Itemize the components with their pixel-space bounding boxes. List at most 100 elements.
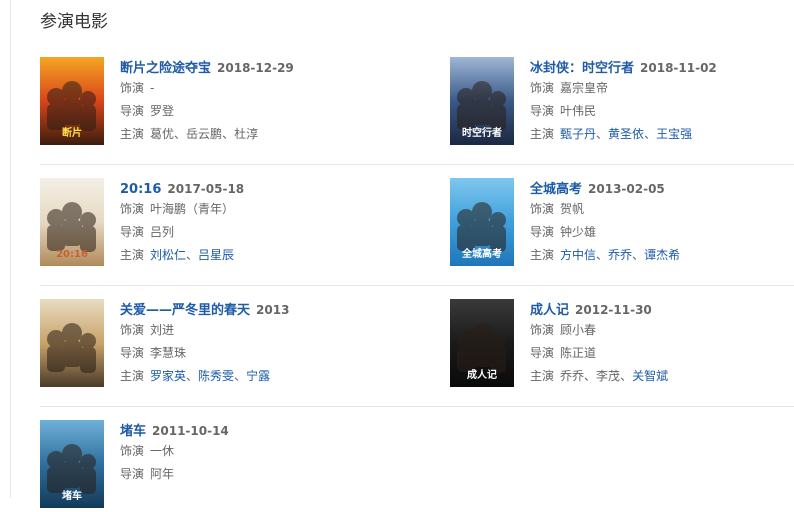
movie-poster[interactable]: 堵车 [40,420,104,508]
movie-title-line: 断片之险途夺宝 2018-12-29 [120,57,380,77]
starring-line: 主演 甄子丹、黄圣依、王宝强 [530,123,790,146]
movie-info: 断片之险途夺宝 2018-12-29 饰演 - 导演 罗登 主演 葛优、岳云鹏、杜淳 [120,57,380,146]
cast-member-link[interactable]: 方中信 [560,248,596,262]
director-line: 导演 陈正道 [530,342,790,365]
director-line: 导演 罗登 [120,100,380,123]
movie-release-date: 2013 [256,303,290,317]
cast-separator: 、 [584,369,597,383]
director-value: 钟少雄 [560,225,597,239]
row-divider [40,285,794,286]
role-value: 嘉宗皇帝 [560,81,609,95]
role-line: 饰演 贺帆 [530,198,790,221]
cast-member-link[interactable]: 刘松仁 [150,248,186,262]
cast-member-link[interactable]: 甄子丹 [560,127,596,141]
movie-info: 全城高考 2013-02-05 饰演 贺帆 导演 钟少雄 主演 方中信、乔乔、谭杰希 [530,178,790,267]
director-value: 陈正道 [560,346,597,360]
cast-member-link[interactable]: 黄圣依 [608,127,644,141]
cast-member-link[interactable]: 谭杰希 [644,248,680,262]
movie-info: 成人记 2012-11-30 饰演 顾小春 导演 陈正道 主演 乔乔、李茂、关智斌 [530,299,790,388]
cast-member: 李茂 [596,369,621,383]
role-line: 饰演 嘉宗皇帝 [530,77,790,100]
director-line: 导演 李慧珠 [120,342,380,365]
starring-line: 主演 葛优、岳云鹏、杜淳 [120,123,380,146]
movie-card: 断片 断片之险途夺宝 2018-12-29 饰演 - 导演 罗登 主演 葛优、岳云鹏、杜淳 [40,57,370,149]
poster-caption: 堵车 [62,491,82,502]
cast-member-link[interactable]: 王宝强 [656,127,692,141]
role-line: 饰演 一休 [120,440,380,463]
starring-line: 主演 罗家英、陈秀雯、宁露 [120,365,380,388]
role-line: 饰演 顾小春 [530,319,790,342]
cast-separator: 、 [620,369,633,383]
cast-member-link[interactable]: 关智斌 [632,369,668,383]
movie-card: 全城高考 全城高考 2013-02-05 饰演 贺帆 导演 钟少雄 主演 方中信、乔乔、谭杰希 [450,178,780,270]
movie-title-line: 成人记 2012-11-30 [530,299,790,319]
starring-label: 主演 [120,248,145,262]
movie-release-date: 2018-12-29 [217,61,294,75]
role-label: 饰演 [120,81,145,95]
director-value: 罗登 [150,104,175,118]
movie-title-link[interactable]: 断片之险途夺宝 [120,61,211,76]
movie-poster[interactable]: 成人记 [450,299,514,387]
movie-title-link[interactable]: 关爱——严冬里的春天 [120,303,250,318]
movie-title-link[interactable]: 成人记 [530,303,569,318]
cast-member-link[interactable]: 吕星辰 [198,248,234,262]
role-line: 饰演 叶海鹏（青年） [120,198,380,221]
movie-title-link[interactable]: 20:16 [120,182,161,197]
movie-title-line: 堵车 2011-10-14 [120,420,380,440]
role-label: 饰演 [530,81,555,95]
director-label: 导演 [120,225,145,239]
movie-title-link[interactable]: 冰封侠：时空行者 [530,61,634,76]
movie-info: 堵车 2011-10-14 饰演 一休 导演 阿年 [120,420,380,486]
movie-poster[interactable]: 20:16 [40,178,104,266]
movie-title-line: 关爱——严冬里的春天 2013 [120,299,380,319]
movie-card: 成人记 成人记 2012-11-30 饰演 顾小春 导演 陈正道 主演 乔乔、李茂、关智斌 [450,299,780,391]
cast-member: 葛优 [150,127,175,141]
movie-release-date: 2012-11-30 [575,303,652,317]
movie-poster[interactable] [40,299,104,387]
cast-separator: 、 [596,127,609,141]
movie-title-line: 20:16 2017-05-18 [120,178,380,198]
movie-release-date: 2013-02-05 [588,182,665,196]
section-title: 参演电影 [40,12,108,32]
movie-title-link[interactable]: 全城高考 [530,182,582,197]
cast-member-link[interactable]: 宁露 [246,369,270,383]
movie-poster[interactable]: 全城高考 [450,178,514,266]
movie-info: 关爱——严冬里的春天 2013 饰演 刘进 导演 李慧珠 主演 罗家英、陈秀雯、宁露 [120,299,380,388]
movie-title-link[interactable]: 堵车 [120,424,146,439]
starring-label: 主演 [530,248,555,262]
role-label: 饰演 [120,323,145,337]
movie-info: 20:16 2017-05-18 饰演 叶海鹏（青年） 导演 吕列 主演 刘松仁、吕星辰 [120,178,380,267]
starring-label: 主演 [530,127,555,141]
role-value: 刘进 [150,323,175,337]
cast-member: 岳云鹏 [186,127,223,141]
movie-release-date: 2018-11-02 [640,61,717,75]
movie-card: 20:16 20:16 2017-05-18 饰演 叶海鹏（青年） 导演 吕列 主演 刘松仁、吕… [40,178,370,270]
cast-member-link[interactable]: 罗家英 [150,369,186,383]
role-value: 叶海鹏（青年） [150,202,235,216]
cast-member: 乔乔 [560,369,585,383]
cast-separator: 、 [186,369,199,383]
movie-card: 关爱——严冬里的春天 2013 饰演 刘进 导演 李慧珠 主演 罗家英、陈秀雯、宁露 [40,299,370,391]
cast-separator: 、 [632,248,645,262]
movie-poster[interactable]: 时空行者 [450,57,514,145]
cast-member-link[interactable]: 陈秀雯 [198,369,234,383]
role-value: 贺帆 [560,202,585,216]
starring-line: 主演 方中信、乔乔、谭杰希 [530,244,790,267]
director-line: 导演 钟少雄 [530,221,790,244]
poster-caption: 20:16 [56,249,88,260]
director-line: 导演 吕列 [120,221,380,244]
starring-label: 主演 [120,369,145,383]
movie-poster[interactable]: 断片 [40,57,104,145]
starring-line: 主演 刘松仁、吕星辰 [120,244,380,267]
cast-member: 杜淳 [234,127,259,141]
director-label: 导演 [530,104,555,118]
director-value: 李慧珠 [150,346,187,360]
cast-member-link[interactable]: 乔乔 [608,248,632,262]
cast-separator: 、 [186,248,199,262]
role-label: 饰演 [120,444,145,458]
movie-release-date: 2017-05-18 [167,182,245,196]
director-label: 导演 [120,104,145,118]
director-label: 导演 [530,346,555,360]
director-value: 吕列 [150,225,175,239]
movie-info: 冰封侠：时空行者 2018-11-02 饰演 嘉宗皇帝 导演 叶伟民 主演 甄子丹、黄圣依、王… [530,57,790,146]
